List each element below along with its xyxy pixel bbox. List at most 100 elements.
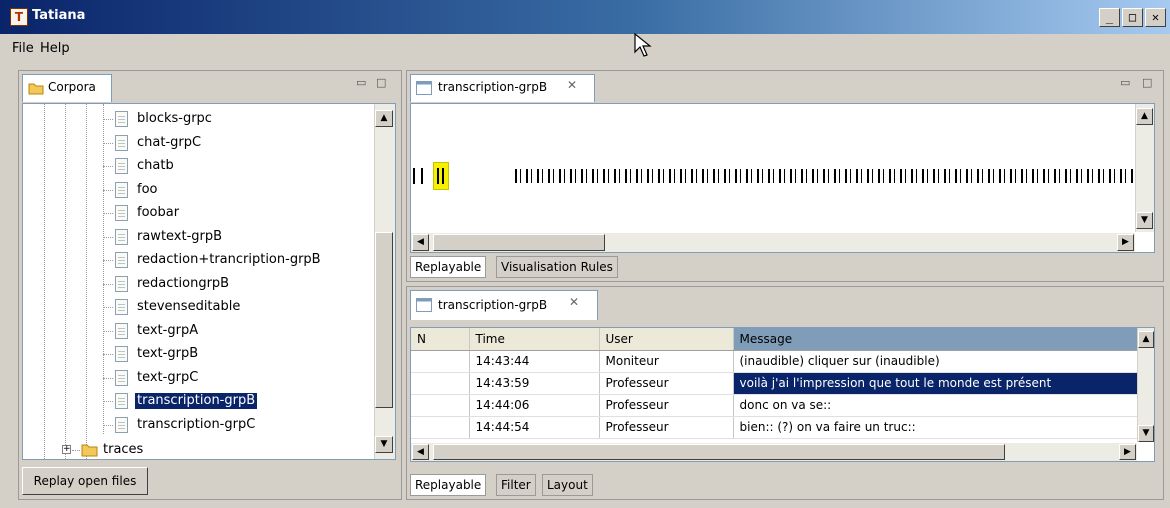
tree-item[interactable]: chatb xyxy=(23,155,375,177)
close-icon[interactable]: ✕ xyxy=(567,78,577,92)
tree-item-label: redaction+trancription-grpB xyxy=(137,252,321,267)
menu-file[interactable]: File xyxy=(12,41,34,56)
scroll-right-button[interactable]: ▶ xyxy=(1117,234,1134,251)
scroll-up-button[interactable]: ▲ xyxy=(375,110,393,127)
scroll-down-button[interactable]: ▼ xyxy=(375,436,393,453)
maximize-icon[interactable]: □ xyxy=(1142,76,1152,89)
tree-item[interactable]: transcription-grpB xyxy=(23,390,375,412)
tab-visualisation-rules[interactable]: Visualisation Rules xyxy=(496,256,618,278)
close-window-button[interactable]: ✕ xyxy=(1145,8,1166,27)
table-row[interactable]: 14:44:06 Professeur donc on va se:: xyxy=(411,394,1138,417)
table-row[interactable]: 14:43:44 Moniteur (inaudible) cliquer sur … xyxy=(411,350,1138,373)
column-message[interactable]: Message xyxy=(733,328,1138,351)
tree-item[interactable]: foobar xyxy=(23,202,375,224)
tree-item-label: transcription-grpB xyxy=(133,392,259,410)
traces-expander[interactable]: + xyxy=(62,445,71,454)
tab-table-label: transcription-grpB xyxy=(438,298,548,312)
column-user[interactable]: User xyxy=(599,328,734,351)
tree-item[interactable]: text-grpB xyxy=(23,343,375,365)
minimize-window-button[interactable]: _ xyxy=(1099,8,1120,27)
tree-item-traces[interactable]: traces xyxy=(103,442,143,457)
cell-time: 14:43:44 xyxy=(469,350,600,373)
column-n[interactable]: N xyxy=(411,328,470,351)
cell-user: Professeur xyxy=(599,394,734,417)
column-time[interactable]: Time xyxy=(469,328,600,351)
document-icon xyxy=(115,181,128,198)
tab-replayable-table[interactable]: Replayable xyxy=(410,474,487,496)
menu-help[interactable]: Help xyxy=(40,41,70,56)
tree-item-label: foo xyxy=(137,181,158,197)
cell-user: Moniteur xyxy=(599,350,734,373)
cell-time: 14:43:59 xyxy=(469,372,600,395)
maximize-icon[interactable]: □ xyxy=(376,76,386,89)
scroll-down-button[interactable]: ▼ xyxy=(1136,212,1153,229)
folder-icon xyxy=(81,444,98,457)
tab-timeline-label: transcription-grpB xyxy=(438,80,548,94)
timeline-highlight[interactable] xyxy=(433,162,449,190)
tree-item[interactable]: stevenseditable xyxy=(23,296,375,318)
tree-scroll-thumb[interactable] xyxy=(375,232,393,408)
tree-item-label: text-grpA xyxy=(137,322,199,338)
replay-open-files-button[interactable]: Replay open files xyxy=(22,467,148,495)
tree-item-label: foobar xyxy=(137,205,180,220)
document-icon xyxy=(115,322,128,339)
minimize-icon[interactable]: ▭ xyxy=(356,76,366,89)
cell-message: bien:: (?) on va faire un truc:: xyxy=(733,416,1138,439)
tree-item[interactable]: redaction+trancription-grpB xyxy=(23,249,375,271)
tree-item-label: redactiongrpB xyxy=(137,275,230,291)
tree-item-label: text-grpB xyxy=(137,346,199,361)
menu-bar xyxy=(0,34,1170,62)
tab-replayable[interactable]: Replayable xyxy=(410,256,487,278)
tree-item-label: chat-grpC xyxy=(137,134,202,150)
scroll-right-button[interactable]: ▶ xyxy=(1119,444,1136,460)
scroll-up-button[interactable]: ▲ xyxy=(1136,108,1153,125)
cell-time: 14:44:54 xyxy=(469,416,600,439)
document-icon xyxy=(115,252,128,268)
corpora-tree: blocks-grpc chat-grpC chatb foo foobar rawtex… xyxy=(22,103,396,460)
folder-icon xyxy=(28,83,44,95)
scroll-down-button[interactable]: ▼ xyxy=(1138,425,1154,442)
app-icon: T xyxy=(10,8,28,26)
mouse-cursor-icon xyxy=(634,32,652,57)
cell-n xyxy=(411,394,470,417)
scroll-up-button[interactable]: ▲ xyxy=(1138,331,1154,348)
table-row[interactable]: 14:44:54 Professeur bien:: (?) on va faire… xyxy=(411,416,1138,439)
cell-user: Professeur xyxy=(599,372,734,395)
document-icon xyxy=(115,299,128,315)
tree-item[interactable]: text-grpC xyxy=(23,367,375,389)
events-table: N Time User Message 14:43:44 Moniteur (ina… xyxy=(410,327,1155,462)
table-row[interactable]: 14:43:59 Professeur voilà j'ai l'impressio… xyxy=(411,372,1138,395)
document-icon xyxy=(115,111,128,127)
maximize-window-button[interactable]: □ xyxy=(1122,8,1143,27)
table-hscroll-thumb[interactable] xyxy=(433,444,1005,460)
tree-item[interactable]: transcription-grpC xyxy=(23,414,375,436)
tree-item[interactable]: foo xyxy=(23,179,375,201)
tree-item[interactable]: chat-grpC xyxy=(23,132,375,154)
timeline-events-strip[interactable] xyxy=(515,169,1135,183)
scroll-left-button[interactable]: ◀ xyxy=(412,234,429,251)
tree-item-label: rawtext-grpB xyxy=(137,228,223,244)
tree-item[interactable]: redactiongrpB xyxy=(23,273,375,295)
cell-user: Professeur xyxy=(599,416,734,439)
tree-item-label: transcription-grpC xyxy=(137,416,256,432)
cell-message: voilà j'ai l'impression que tout le mond… xyxy=(733,372,1138,395)
document-icon xyxy=(416,81,432,95)
document-icon xyxy=(115,205,128,221)
tree-item-label: stevenseditable xyxy=(137,299,241,314)
document-icon xyxy=(115,346,128,362)
cell-time: 14:44:06 xyxy=(469,394,600,417)
window-title: Tatiana xyxy=(32,8,86,23)
cell-n xyxy=(411,372,470,395)
scroll-left-button[interactable]: ◀ xyxy=(412,444,429,460)
timeline-hscroll-thumb[interactable] xyxy=(433,234,605,251)
minimize-icon[interactable]: ▭ xyxy=(1120,76,1130,89)
tab-filter[interactable]: Filter xyxy=(496,474,536,496)
tab-layout[interactable]: Layout xyxy=(542,474,593,496)
tree-item[interactable]: rawtext-grpB xyxy=(23,226,375,248)
document-icon xyxy=(115,134,128,151)
timeline-canvas[interactable] xyxy=(410,103,1155,253)
document-icon xyxy=(115,416,128,433)
close-icon[interactable]: ✕ xyxy=(569,295,579,309)
tree-item[interactable]: blocks-grpc xyxy=(23,108,375,130)
tree-item[interactable]: text-grpA xyxy=(23,320,375,342)
